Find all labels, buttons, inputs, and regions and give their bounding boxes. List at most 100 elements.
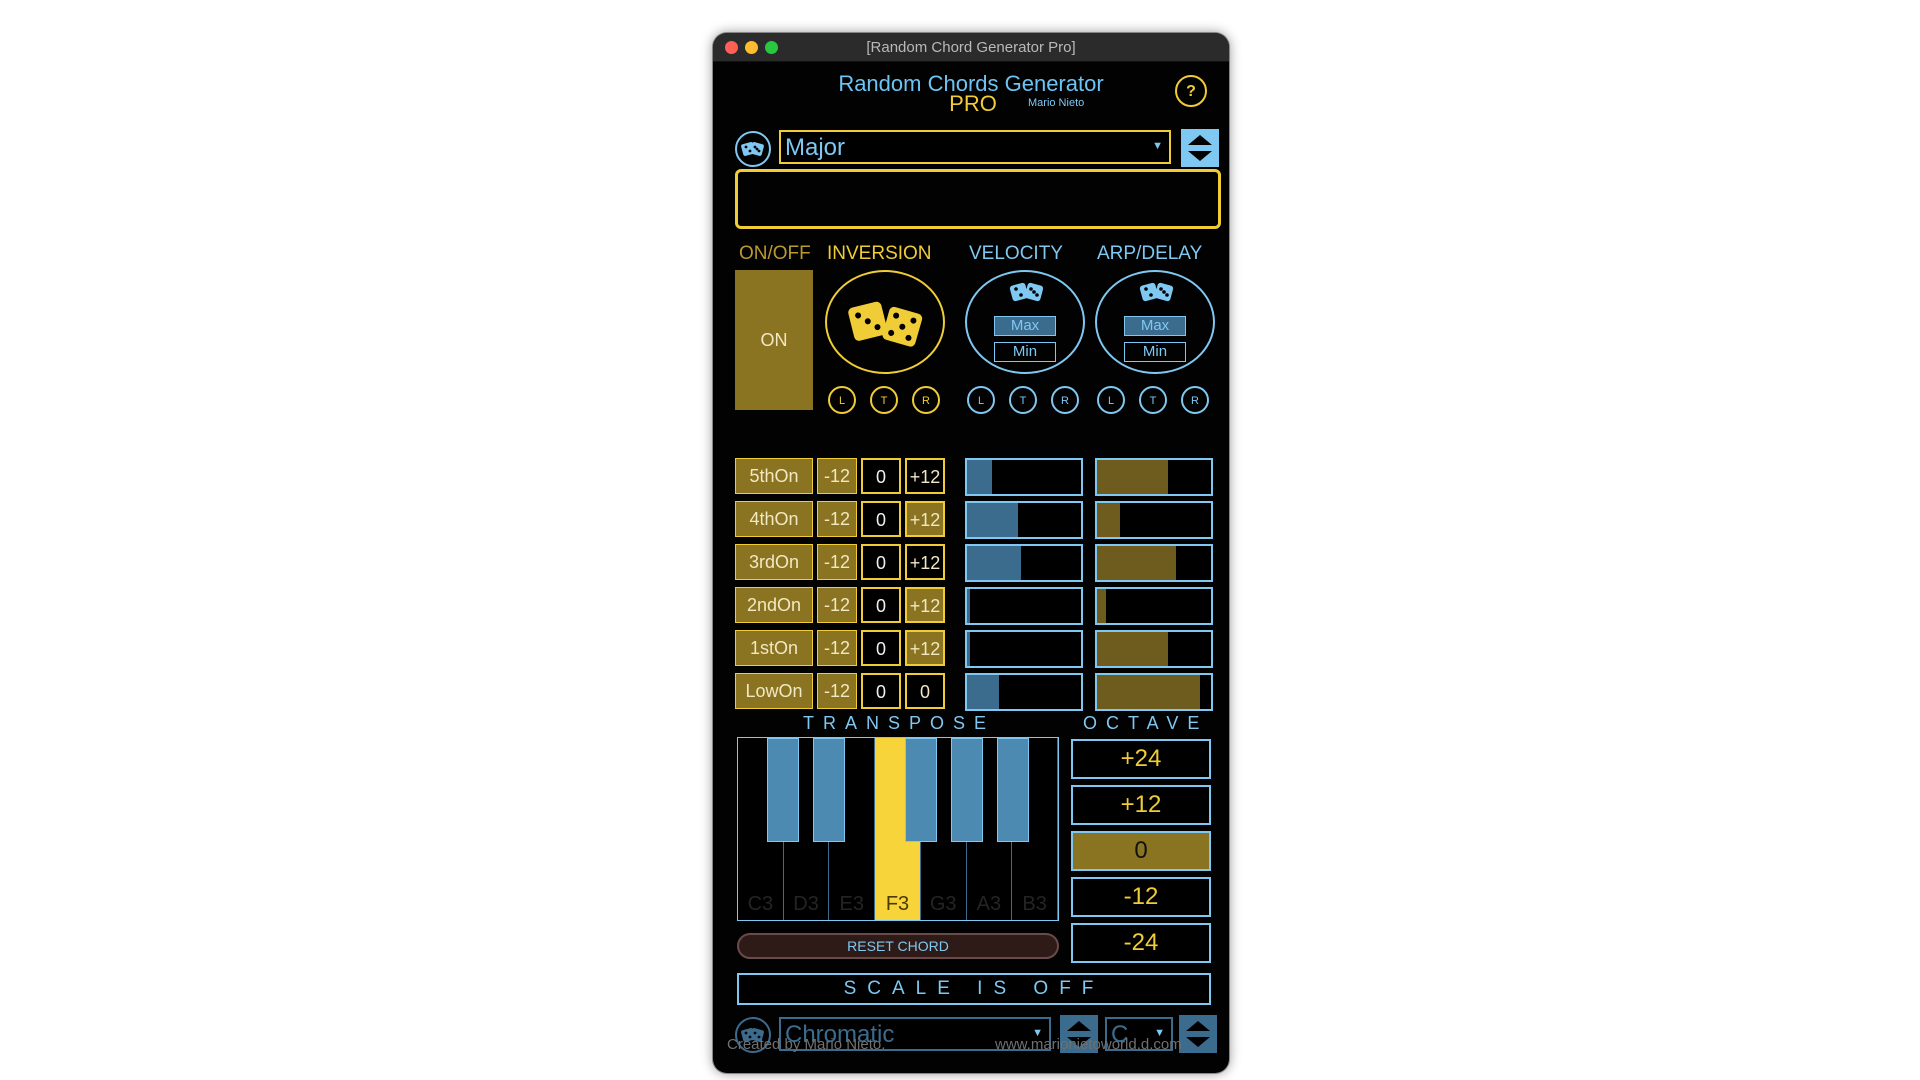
velocity-left-button[interactable]: L	[967, 386, 995, 414]
voice-plus-12-button[interactable]: +12	[905, 458, 945, 494]
voice-minus-12-button[interactable]: -12	[817, 458, 857, 494]
voice-plus-12-button[interactable]: +12	[905, 587, 945, 623]
chord-type-stepper[interactable]	[1181, 129, 1219, 167]
key-label: G3	[929, 893, 957, 915]
randomize-chord-type-button[interactable]	[735, 131, 771, 167]
velocity-slider-fill	[967, 675, 999, 709]
octave-button[interactable]: +24	[1071, 739, 1211, 779]
arp-delay-slider[interactable]	[1095, 673, 1213, 711]
voice-zero-button[interactable]: 0	[861, 673, 901, 709]
transpose-keyboard: C3 D3 E3 F3 G3 A3 B3	[737, 737, 1059, 921]
octave-button[interactable]: -24	[1071, 923, 1211, 963]
voice-zero-button[interactable]: 0	[861, 501, 901, 537]
velocity-right-button[interactable]: R	[1051, 386, 1079, 414]
velocity-randomize-panel[interactable]: Max Min	[965, 270, 1085, 374]
window-title: [Random Chord Generator Pro]	[866, 39, 1076, 56]
dice-icon	[848, 301, 923, 347]
velocity-slider[interactable]	[965, 544, 1083, 582]
voice-toggle-button[interactable]: 2ndOn	[735, 587, 813, 623]
voice-toggle-button[interactable]: 3rdOn	[735, 544, 813, 580]
black-key[interactable]	[767, 738, 799, 842]
voice-toggle-button[interactable]: 4thOn	[735, 501, 813, 537]
key-label: F3	[885, 893, 910, 915]
arp-delay-randomize-panel[interactable]: Max Min	[1095, 270, 1215, 374]
chord-type-dropdown[interactable]: Major ▼	[779, 130, 1171, 164]
velocity-toggle-button[interactable]: T	[1009, 386, 1037, 414]
arp-delay-slider-fill	[1097, 546, 1176, 580]
voice-plus-12-button[interactable]: 0	[905, 673, 945, 709]
footer-url[interactable]: www.marionietoworld.d.com	[995, 1036, 1182, 1053]
octave-button[interactable]: -12	[1071, 877, 1211, 917]
octave-button[interactable]: +12	[1071, 785, 1211, 825]
voice-plus-12-button[interactable]: +12	[905, 544, 945, 580]
arp-right-button[interactable]: R	[1181, 386, 1209, 414]
inversion-toggle-button[interactable]: T	[870, 386, 898, 414]
voice-minus-12-button[interactable]: -12	[817, 587, 857, 623]
velocity-slider-fill	[967, 503, 1019, 537]
arp-toggle-button[interactable]: T	[1139, 386, 1167, 414]
arp-delay-slider[interactable]	[1095, 544, 1213, 582]
voice-zero-button[interactable]: 0	[861, 630, 901, 666]
title-bar[interactable]: [Random Chord Generator Pro]	[713, 33, 1229, 62]
voice-minus-12-button[interactable]: -12	[817, 544, 857, 580]
onoff-header: ON/OFF	[739, 243, 811, 264]
arp-delay-slider-fill	[1097, 632, 1168, 666]
key-label: A3	[976, 893, 1002, 915]
voice-zero-button[interactable]: 0	[861, 544, 901, 580]
arp-delay-slider[interactable]	[1095, 501, 1213, 539]
arp-min-button[interactable]: Min	[1124, 342, 1186, 362]
chord-type-value: Major	[785, 134, 846, 161]
velocity-slider[interactable]	[965, 673, 1083, 711]
inversion-randomize-button[interactable]	[825, 270, 945, 374]
velocity-slider-fill	[967, 589, 971, 623]
velocity-slider-fill	[967, 632, 971, 666]
key-label: C3	[747, 893, 774, 915]
arp-delay-slider[interactable]	[1095, 458, 1213, 496]
footer-credit: Created by Mario Nieto.	[727, 1036, 886, 1053]
voice-zero-button[interactable]: 0	[861, 587, 901, 623]
arp-delay-slider[interactable]	[1095, 587, 1213, 625]
voice-zero-button[interactable]: 0	[861, 458, 901, 494]
voice-minus-12-button[interactable]: -12	[817, 501, 857, 537]
arp-left-button[interactable]: L	[1097, 386, 1125, 414]
chord-display	[735, 169, 1221, 229]
inversion-header: INVERSION	[827, 243, 932, 264]
velocity-slider[interactable]	[965, 501, 1083, 539]
key-label: D3	[793, 893, 819, 915]
arp-max-button[interactable]: Max	[1124, 316, 1186, 336]
velocity-slider[interactable]	[965, 630, 1083, 668]
velocity-slider[interactable]	[965, 587, 1083, 625]
root-note-stepper[interactable]	[1179, 1015, 1217, 1053]
reset-chord-button[interactable]: RESET CHORD	[737, 933, 1059, 959]
help-button[interactable]: ?	[1175, 75, 1207, 107]
plugin-window: [Random Chord Generator Pro] Random Chor…	[713, 33, 1229, 1073]
voice-toggle-button[interactable]: 5thOn	[735, 458, 813, 494]
velocity-slider[interactable]	[965, 458, 1083, 496]
velocity-min-button[interactable]: Min	[994, 342, 1056, 362]
velocity-max-button[interactable]: Max	[994, 316, 1056, 336]
key-label: E3	[839, 893, 864, 915]
voice-toggle-button[interactable]: LowOn	[735, 673, 813, 709]
arp-delay-header: ARP/DELAY	[1097, 243, 1203, 264]
voice-plus-12-button[interactable]: +12	[905, 501, 945, 537]
on-off-button[interactable]: ON	[735, 270, 813, 410]
black-key[interactable]	[951, 738, 983, 842]
inversion-left-button[interactable]: L	[828, 386, 856, 414]
voice-toggle-button[interactable]: 1stOn	[735, 630, 813, 666]
octave-button[interactable]: 0	[1071, 831, 1211, 871]
voice-minus-12-button[interactable]: -12	[817, 630, 857, 666]
dice-icon	[1009, 282, 1044, 302]
black-key[interactable]	[813, 738, 845, 842]
inversion-right-button[interactable]: R	[912, 386, 940, 414]
arp-delay-slider[interactable]	[1095, 630, 1213, 668]
up-down-arrows-icon	[1188, 135, 1212, 161]
voice-minus-12-button[interactable]: -12	[817, 673, 857, 709]
dice-icon	[741, 142, 764, 156]
dropdown-arrow-icon: ▼	[1152, 140, 1163, 152]
scale-status[interactable]: SCALE IS OFF	[737, 973, 1211, 1005]
key-label: B3	[1022, 893, 1047, 915]
transpose-label: TRANSPOSE	[803, 713, 996, 733]
voice-plus-12-button[interactable]: +12	[905, 630, 945, 666]
black-key[interactable]	[905, 738, 937, 842]
black-key[interactable]	[997, 738, 1029, 842]
